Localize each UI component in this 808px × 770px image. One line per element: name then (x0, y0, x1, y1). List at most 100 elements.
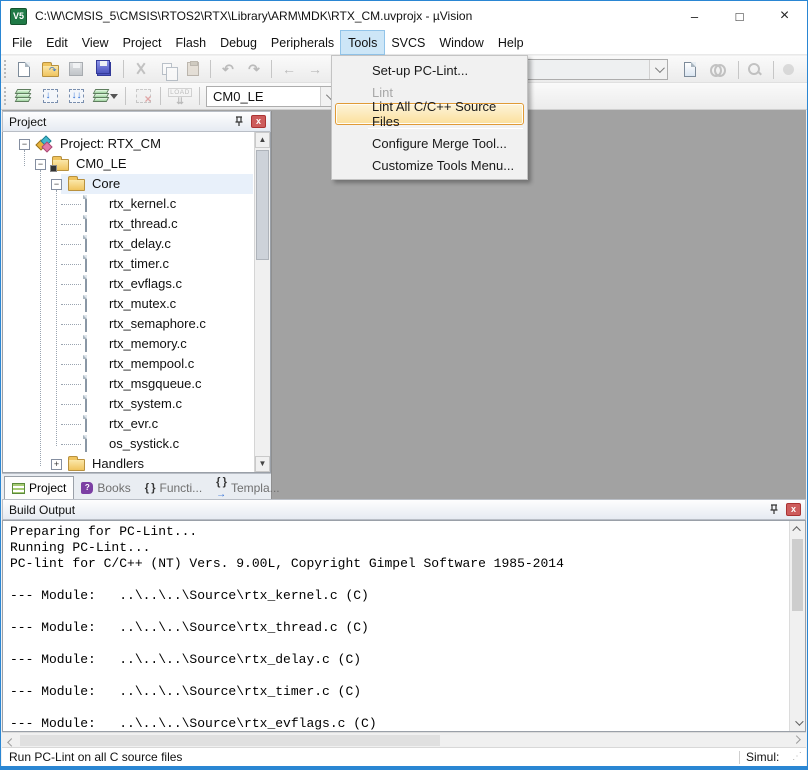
close-button[interactable]: × (762, 1, 807, 31)
new-file-button[interactable] (11, 58, 37, 81)
caret-down-icon (110, 93, 117, 100)
status-mode: Simul: (740, 750, 792, 764)
undo-button[interactable]: ↶ (215, 58, 241, 81)
scroll-up-button[interactable] (790, 521, 805, 537)
scroll-thumb[interactable] (792, 539, 803, 611)
menu-tools[interactable]: Tools (341, 31, 384, 54)
debug-indicator-button[interactable] (775, 58, 801, 81)
maximize-button[interactable]: □ (717, 1, 762, 31)
resize-grip-icon[interactable]: ⋰ (792, 748, 806, 766)
target-select-value: CM0_LE (207, 89, 320, 104)
pin-icon[interactable] (233, 116, 245, 128)
tab-functi[interactable]: { }Functi... (138, 476, 209, 499)
save-button[interactable] (63, 58, 89, 81)
menu-debug[interactable]: Debug (213, 31, 264, 54)
binoculars-icon (710, 64, 726, 74)
build-output-header: Build Output x (2, 499, 806, 520)
scroll-up-button[interactable]: ▲ (255, 132, 270, 148)
menu-flash[interactable]: Flash (168, 31, 213, 54)
collapse-box-icon[interactable]: − (51, 179, 62, 190)
menu-item-set-up-pc-lint[interactable]: Set-up PC-Lint... (335, 59, 524, 81)
chevron-down-icon (655, 63, 665, 73)
scroll-left-button[interactable] (2, 733, 18, 748)
project-tree: +Handlersos_systick.crtx_evr.crtx_system… (2, 132, 271, 473)
circle-icon (783, 64, 794, 75)
save-icon (69, 62, 83, 76)
collapse-box-icon[interactable]: − (35, 159, 46, 170)
navigate-forward-button[interactable]: → (302, 58, 328, 81)
build-output-content[interactable]: Preparing for PC-Lint... Running PC-Lint… (2, 520, 806, 732)
translate-icon (16, 89, 32, 103)
status-message: Run PC-Lint on all C source files (2, 750, 739, 764)
forward-arrow-icon: → (308, 61, 322, 77)
build-button[interactable]: ↓ (37, 85, 63, 108)
title-bar: V5 C:\W\CMSIS_5\CMSIS\RTOS2\RTX\Library\… (1, 1, 807, 31)
project-panel-header: Project x (2, 111, 271, 132)
menu-peripherals[interactable]: Peripherals (264, 31, 341, 54)
find-in-files-icon (684, 62, 696, 77)
menu-window[interactable]: Window (432, 31, 490, 54)
collapse-box-icon[interactable]: − (19, 139, 30, 150)
back-arrow-icon: ← (282, 61, 296, 77)
tab-templa[interactable]: { }→Templa... (209, 476, 286, 499)
status-bar: Run PC-Lint on all C source files Simul:… (2, 747, 806, 766)
cut-button[interactable] (128, 58, 154, 81)
find-text-dropdown-button[interactable] (649, 60, 667, 79)
tab-project[interactable]: Project (4, 476, 74, 499)
download-button[interactable]: LOAD⇊ (165, 85, 195, 108)
scroll-down-button[interactable] (790, 715, 805, 731)
scroll-down-button[interactable]: ▼ (255, 456, 270, 472)
menu-item-configure-merge-tool[interactable]: Configure Merge Tool... (335, 132, 524, 154)
menu-item-lint-all-c-c-source-files[interactable]: Lint All C/C++ Source Files (335, 103, 524, 125)
search-button[interactable] (741, 58, 767, 81)
stop-build-button[interactable] (130, 85, 156, 108)
open-file-button[interactable]: ↷ (37, 58, 63, 81)
paste-button[interactable] (180, 58, 206, 81)
chevron-down-icon (795, 717, 803, 725)
target-select-combobox[interactable]: CM0_LE (206, 86, 339, 107)
redo-button[interactable]: ↷ (241, 58, 267, 81)
magnifier-icon (747, 62, 761, 76)
translate-button[interactable] (11, 85, 37, 108)
find-next-button[interactable] (705, 58, 731, 81)
save-all-button[interactable] (89, 58, 119, 81)
menu-svcs[interactable]: SVCS (384, 31, 432, 54)
copy-button[interactable] (154, 58, 180, 81)
scroll-thumb[interactable] (256, 150, 269, 260)
tree-guide-line (56, 190, 57, 446)
rebuild-button[interactable]: ↓↓ (63, 85, 89, 108)
build-output-vscrollbar[interactable] (789, 521, 805, 731)
save-all-icon2 (96, 60, 110, 74)
scroll-thumb[interactable] (20, 735, 440, 746)
menu-view[interactable]: View (75, 31, 116, 54)
build-output-hscrollbar[interactable] (2, 732, 806, 748)
menu-item-customize-tools-menu[interactable]: Customize Tools Menu... (335, 154, 524, 176)
navigate-back-button[interactable]: ← (276, 58, 302, 81)
pin-icon[interactable] (768, 504, 780, 516)
tab-books[interactable]: ?Books (74, 476, 137, 499)
tree-item-project-rtx-cm[interactable]: −Project: RTX_CM (3, 134, 253, 154)
minimize-button[interactable]: – (672, 1, 717, 31)
project-panel-close-button[interactable]: x (251, 115, 266, 128)
expand-box-icon[interactable]: + (51, 459, 62, 470)
new-file-icon (18, 62, 30, 77)
batch-build-button[interactable] (89, 85, 121, 108)
menu-edit[interactable]: Edit (39, 31, 75, 54)
project-panel: Project x +Handlersos_systick.crtx_evr.c… (2, 111, 272, 499)
tree-scrollbar[interactable]: ▲ ▼ (254, 132, 270, 472)
toolbar-grip (3, 60, 8, 78)
find-in-files-button[interactable] (677, 58, 703, 81)
build-output-close-button[interactable]: x (786, 503, 801, 516)
open-folder-icon: ↷ (42, 65, 59, 77)
chevron-right-icon (792, 735, 800, 743)
scroll-right-button[interactable] (790, 733, 806, 748)
tree-guide-line (24, 150, 25, 166)
build-output-text: Preparing for PC-Lint... Running PC-Lint… (3, 521, 805, 732)
menu-file[interactable]: File (5, 31, 39, 54)
chevron-left-icon (7, 738, 15, 746)
batch-build-icon (94, 89, 110, 103)
menu-project[interactable]: Project (116, 31, 169, 54)
redo-icon: ↷ (248, 61, 260, 78)
menu-help[interactable]: Help (491, 31, 531, 54)
load-icon: LOAD⇊ (168, 88, 192, 105)
